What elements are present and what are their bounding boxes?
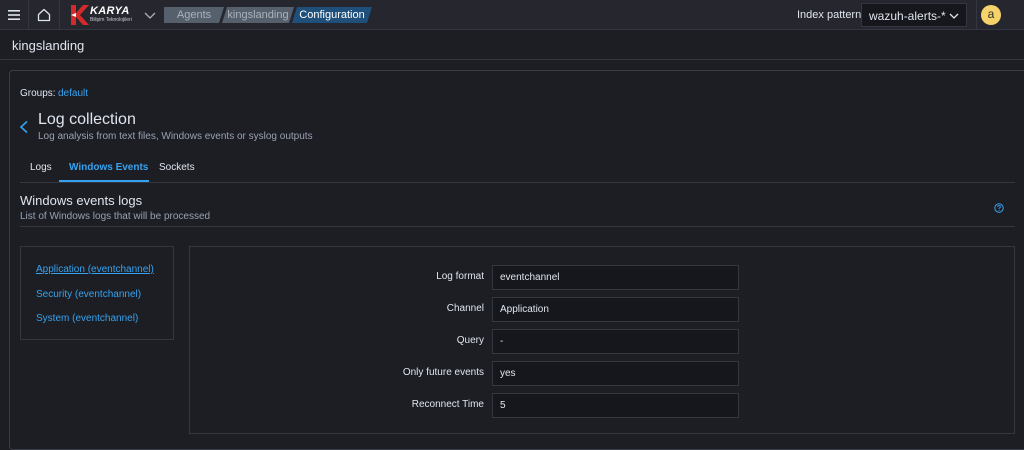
active-tab-indicator	[59, 180, 149, 182]
top-bar: KARYA Bilişim Teknolojileri Agents kings…	[0, 0, 1024, 30]
index-pattern-value: wazuh-alerts-*	[869, 9, 946, 23]
field-value-query: -	[500, 336, 504, 347]
groups-label: Groups:	[20, 88, 56, 99]
menu-button[interactable]	[0, 0, 28, 30]
log-item-system[interactable]: System (eventchannel)	[36, 313, 138, 324]
windows-logs-list: Application (eventchannel) Security (eve…	[20, 246, 174, 340]
channel-field: Application	[492, 297, 739, 322]
agent-name-title: kingslanding	[12, 38, 85, 53]
divider	[20, 226, 1015, 227]
section-subtitle: List of Windows logs that will be proces…	[20, 211, 211, 222]
tab-bar: Logs Windows Events Sockets	[20, 152, 1015, 183]
field-label-log-format: Log format	[436, 271, 484, 282]
divider	[976, 0, 977, 30]
tab-windows-events[interactable]: Windows Events	[69, 162, 148, 173]
karya-logo[interactable]: KARYA Bilişim Teknolojileri	[68, 3, 138, 27]
tab-logs[interactable]: Logs	[30, 162, 52, 173]
field-label-only-future-events: Only future events	[402, 367, 484, 378]
page-title: Log collection	[38, 111, 136, 128]
agent-header: kingslanding	[0, 30, 1024, 60]
hamburger-icon	[8, 10, 20, 20]
back-arrow-icon[interactable]	[18, 120, 30, 134]
logo-brand-text: KARYA	[90, 5, 130, 17]
breadcrumb-configuration[interactable]: Configuration	[292, 7, 372, 23]
chevron-down-icon	[949, 13, 959, 19]
log-item-application[interactable]: Application (eventchannel)	[36, 264, 154, 275]
breadcrumb-agents[interactable]: Agents	[164, 7, 224, 23]
index-pattern-select[interactable]: wazuh-alerts-*	[861, 3, 967, 27]
chevron-down-icon[interactable]	[142, 7, 158, 23]
field-value-channel: Application	[500, 304, 549, 315]
reconnect-time-field: 5	[492, 393, 739, 418]
karya-logo-mark-icon	[71, 5, 89, 25]
logo-tagline: Bilişim Teknolojileri	[90, 17, 132, 23]
log-format-field: eventchannel	[492, 265, 739, 290]
user-avatar[interactable]: a	[981, 5, 1001, 25]
index-pattern-label: Index pattern	[797, 9, 862, 21]
field-value-reconnect-time: 5	[500, 400, 506, 411]
breadcrumb-agent-name[interactable]: kingslanding	[222, 7, 294, 23]
group-link-default[interactable]: default	[58, 88, 88, 99]
home-icon	[37, 8, 51, 22]
tab-sockets[interactable]: Sockets	[159, 162, 195, 173]
field-label-query: Query	[456, 335, 484, 346]
page-subtitle: Log analysis from text files, Windows ev…	[38, 131, 313, 142]
field-value-only-future-events: yes	[500, 368, 516, 379]
section-title: Windows events logs	[20, 193, 143, 208]
field-value-log-format: eventchannel	[500, 272, 560, 283]
home-button[interactable]	[28, 0, 60, 30]
help-icon[interactable]	[994, 203, 1004, 213]
only-future-events-field: yes	[492, 361, 739, 386]
field-label-channel: Channel	[446, 303, 484, 314]
log-item-security[interactable]: Security (eventchannel)	[36, 289, 141, 300]
field-label-reconnect-time: Reconnect Time	[411, 399, 484, 410]
query-field: -	[492, 329, 739, 354]
